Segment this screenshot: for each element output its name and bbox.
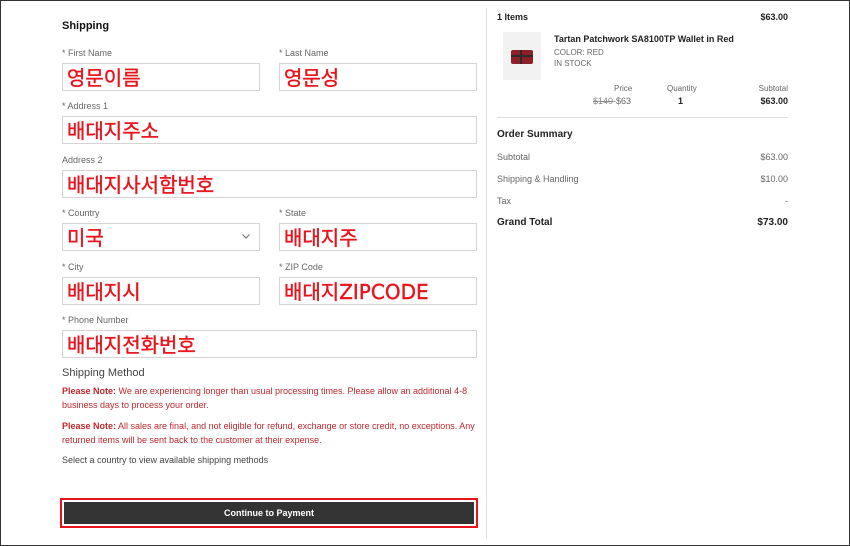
price-values: $140-$63 bbox=[593, 96, 631, 106]
wallet-thumbnail bbox=[511, 50, 533, 64]
address2-value: 배대지사서함번호 bbox=[67, 173, 215, 197]
continue-to-payment-button[interactable]: Continue to Payment bbox=[64, 502, 474, 524]
shipping-title: Shipping bbox=[62, 20, 110, 32]
address2-label: Address 2 bbox=[62, 155, 103, 165]
address1-label: * Address 1 bbox=[62, 101, 109, 111]
summary-tax-value: - bbox=[785, 196, 788, 206]
product-thumbnail[interactable] bbox=[503, 32, 541, 80]
chevron-down-icon[interactable] bbox=[241, 231, 251, 241]
shipping-method-title: Shipping Method bbox=[62, 367, 145, 379]
processing-note-label: Please Note: bbox=[62, 386, 117, 396]
cart-divider bbox=[497, 117, 788, 118]
price-header: Price bbox=[614, 84, 633, 93]
items-count: 1 Items bbox=[497, 12, 529, 22]
phone-field[interactable]: 배대지전화번호 bbox=[62, 330, 477, 358]
original-price: $140 bbox=[593, 96, 614, 106]
grand-total-value: $73.00 bbox=[757, 217, 788, 228]
order-summary-title: Order Summary bbox=[497, 129, 573, 140]
phone-value: 배대지전화번호 bbox=[67, 333, 196, 357]
final-sale-note-text: All sales are final, and not eligible fo… bbox=[62, 421, 475, 445]
product-stock: IN STOCK bbox=[554, 59, 592, 68]
processing-note: Please Note: We are experiencing longer … bbox=[62, 384, 482, 412]
city-value: 배대지시 bbox=[67, 280, 141, 304]
product-color: COLOR: RED bbox=[554, 48, 604, 57]
items-total: $63.00 bbox=[760, 12, 788, 22]
country-label: * Country bbox=[62, 208, 100, 218]
address1-value: 배대지주소 bbox=[67, 119, 159, 143]
first-name-field[interactable]: 영문이름 bbox=[62, 63, 260, 91]
zip-field[interactable]: 배대지ZIPCODE bbox=[279, 277, 477, 305]
quantity-value: 1 bbox=[678, 96, 684, 106]
summary-subtotal-value: $63.00 bbox=[760, 152, 788, 162]
summary-subtotal-label: Subtotal bbox=[497, 152, 531, 162]
city-label: * City bbox=[62, 262, 84, 272]
last-name-label: * Last Name bbox=[279, 48, 329, 58]
last-name-value: 영문성 bbox=[284, 66, 340, 90]
subtotal-header: Subtotal bbox=[758, 84, 788, 93]
final-sale-note: Please Note: All sales are final, and no… bbox=[62, 419, 482, 447]
last-name-field[interactable]: 영문성 bbox=[279, 63, 477, 91]
summary-shipping-value: $10.00 bbox=[760, 174, 788, 184]
final-sale-note-label: Please Note: bbox=[62, 421, 117, 431]
address2-field[interactable]: 배대지사서함번호 bbox=[62, 170, 477, 198]
line-subtotal: $63.00 bbox=[760, 96, 788, 106]
continue-button-highlight: Continue to Payment bbox=[60, 498, 478, 528]
state-field[interactable]: 배대지주 bbox=[279, 223, 477, 251]
country-select[interactable]: 미국 bbox=[62, 223, 260, 251]
product-name[interactable]: Tartan Patchwork SA8100TP Wallet in Red bbox=[554, 34, 734, 44]
address1-field[interactable]: 배대지주소 bbox=[62, 116, 477, 144]
city-field[interactable]: 배대지시 bbox=[62, 277, 260, 305]
discounted-price: -$63 bbox=[613, 96, 632, 106]
summary-tax-label: Tax bbox=[497, 196, 512, 206]
state-label: * State bbox=[279, 208, 307, 218]
phone-label: * Phone Number bbox=[62, 315, 129, 325]
first-name-label: * First Name bbox=[62, 48, 113, 58]
quantity-header: Quantity bbox=[667, 84, 697, 93]
zip-value: 배대지ZIPCODE bbox=[284, 280, 429, 304]
state-value: 배대지주 bbox=[284, 226, 358, 250]
processing-note-text: We are experiencing longer than usual pr… bbox=[62, 386, 468, 410]
first-name-value: 영문이름 bbox=[67, 66, 141, 90]
column-divider bbox=[486, 8, 487, 538]
grand-total-label: Grand Total bbox=[497, 217, 553, 228]
zip-label: * ZIP Code bbox=[279, 262, 323, 272]
select-country-message: Select a country to view available shipp… bbox=[62, 455, 269, 465]
country-value: 미국 bbox=[67, 226, 104, 250]
summary-shipping-label: Shipping & Handling bbox=[497, 174, 579, 184]
